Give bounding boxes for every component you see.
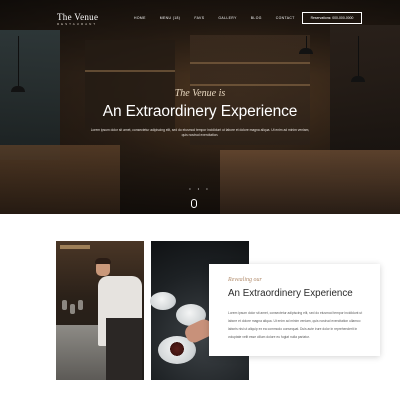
nav-link-blog[interactable]: BLOG <box>251 16 262 20</box>
intro-card-script: Revealing our <box>228 277 262 283</box>
chef-photo-light <box>60 245 90 249</box>
nav-link-menu[interactable]: MENU (18) <box>160 16 181 20</box>
hero-table-right <box>220 150 400 214</box>
hero-lamp-cord <box>18 36 19 86</box>
plate-food <box>168 342 186 356</box>
hero-lamp <box>351 76 365 82</box>
hero-lamp-cord <box>306 36 307 48</box>
brand-logo-title[interactable]: The Venue <box>57 12 98 22</box>
hero-lamp <box>299 48 313 54</box>
hero-description: Lorem ipsum dolor sit amet, consectetur … <box>90 128 310 137</box>
chef-photo-glass <box>62 300 67 310</box>
brand-logo-subtitle: RESTAURANT <box>57 22 98 26</box>
intro-card: Revealing our An Extraordinery Experienc… <box>209 264 380 356</box>
chef-photo-glass <box>70 304 75 314</box>
top-navigation: The Venue RESTAURANT HOME MENU (18) FAVS… <box>0 0 400 36</box>
intro-card-body: Lorem ipsum dolor sit amet, consectetur … <box>228 311 363 339</box>
hero-lamp-cord <box>358 36 359 76</box>
scroll-down-icon[interactable] <box>191 199 197 208</box>
hero-title: An Extraordinery Experience <box>102 103 298 120</box>
nav-link-gallery[interactable]: GALLERY <box>218 16 236 20</box>
intro-card-title: An Extraordinery Experience <box>228 288 353 299</box>
chef-photo-hair <box>95 258 111 264</box>
nav-link-favs[interactable]: FAVS <box>194 16 204 20</box>
hero-slider-dots[interactable]: • • • <box>0 186 400 191</box>
hero-shelf <box>190 62 310 64</box>
plate <box>150 292 176 310</box>
nav-link-contact[interactable]: CONTACT <box>276 16 295 20</box>
reservations-button[interactable]: Reservations: 000-000-0000 <box>302 12 362 24</box>
hero-table-left <box>0 145 120 214</box>
hero-shelf <box>190 84 310 86</box>
hero-script-heading: The Venue is <box>174 88 226 99</box>
hero-section: The Venue RESTAURANT HOME MENU (18) FAVS… <box>0 0 400 214</box>
chef-photo-glass <box>78 300 83 310</box>
nav-link-home[interactable]: HOME <box>134 16 146 20</box>
chef-photo-apron <box>106 318 142 380</box>
hero-shelf <box>85 70 175 72</box>
nav-links: HOME MENU (18) FAVS GALLERY BLOG CONTACT <box>134 16 309 20</box>
